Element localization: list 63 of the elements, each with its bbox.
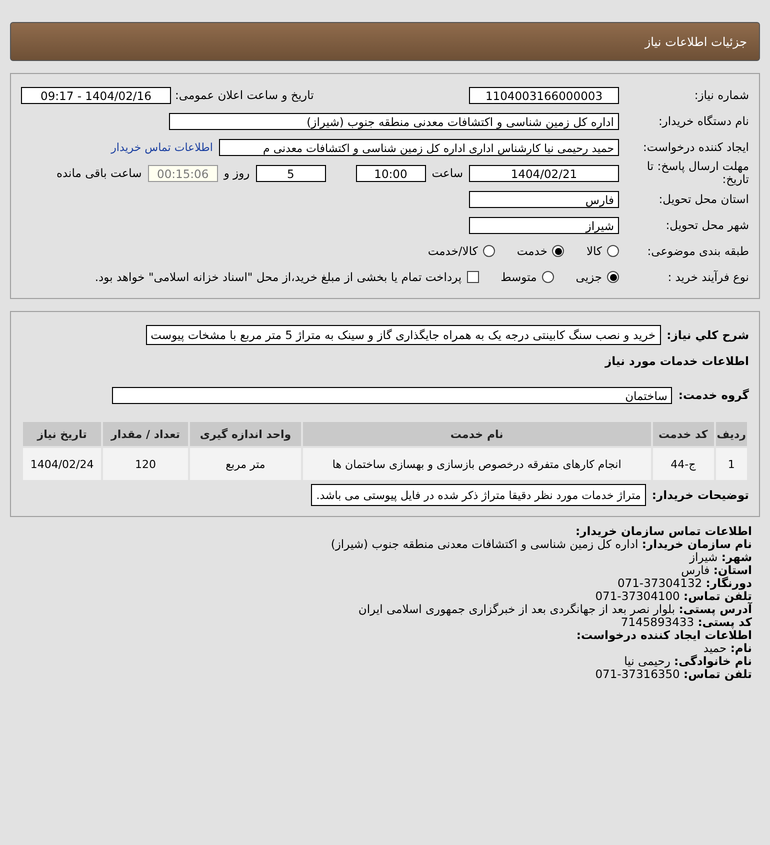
province-field: فارس — [469, 190, 619, 208]
service-group-field: ساختمان — [112, 386, 672, 404]
contact-line: نام خانوادگی: رحیمی نیا — [623, 655, 752, 668]
city-field: شیراز — [469, 216, 619, 234]
field-label: شهر محل تحویل: — [664, 218, 749, 232]
column-header: نام خدمت — [303, 422, 650, 446]
announce-date-field: 1404/02/16 - 09:17 — [21, 86, 171, 104]
contact-line: نام: حمید — [703, 642, 752, 655]
column-header: تعداد / مقدار — [103, 422, 188, 446]
contact-line: آدرس پستی: بلوار نصر بعد از جهانگردی بعد از خبرگزاری جمهوری اسلامی ایران — [357, 603, 752, 616]
need-number-field: 1104003166000003 — [469, 86, 619, 104]
field-label: مهلت ارسال پاسخ: تا تاریخ: — [646, 160, 749, 186]
field-label: ایجاد کننده درخواست: — [642, 140, 749, 154]
table-cell: انجام کارهای متفرقه درخصوص بازسازی و بهسازی ساختمان ها — [303, 448, 650, 480]
contact-line: نام سازمان خریدار: اداره کل زمین شناسی و اکتشافات معدنی منطقه جنوب (شیراز) — [330, 538, 752, 551]
field-label: گروه خدمت: — [678, 388, 749, 402]
buyer-field: اداره کل زمین شناسی و اکتشافات معدنی منطقه جنوب (شیراز) — [169, 112, 619, 130]
buyer-notes-field: متراژ خدمات مورد نظر دقیقا متراژ ذکر شده در فایل پیوستی می باشد. — [311, 484, 646, 506]
radio-button[interactable] — [607, 271, 619, 283]
field-label: استان محل تحویل: — [658, 192, 749, 206]
table-cell: متر مربع — [190, 448, 302, 480]
description-field: خرید و نصب سنگ کابینتی درجه یک به همراه جایگذاری گاز و سینک به متراژ 5 متر مربع با مشخات پیوست — [146, 325, 661, 345]
radio-label: خدمت — [516, 244, 548, 258]
table-cell: ج-44 — [652, 448, 714, 480]
checkbox-label: پرداخت تمام یا بخشی از مبلغ خرید،از محل "اسناد خزانه اسلامی" خواهد بود. — [94, 270, 462, 284]
deadline-date-field: 1404/02/21 — [469, 164, 619, 182]
radio-label: کالا — [586, 244, 602, 258]
radio-button[interactable] — [482, 245, 495, 257]
column-header: تاریخ نیاز — [23, 422, 102, 446]
field-label: توضیحات خریدار: — [652, 488, 749, 502]
remaining-label: ساعت باقی مانده — [56, 166, 142, 180]
field-label: شماره نیاز: — [693, 88, 749, 102]
time-label: ساعت — [432, 166, 463, 180]
deadline-time-field: 10:00 — [356, 164, 426, 182]
buyer-contact-link[interactable]: اطلاعات تماس خریدار — [111, 140, 213, 154]
field-label: شرح کلي نیاز: — [666, 328, 749, 342]
days-label: روز و — [224, 166, 250, 180]
field-label: نوع فرآیند خرید : — [666, 270, 749, 284]
contact-heading: اطلاعات ایجاد کننده درخواست: — [575, 629, 752, 642]
column-header: کد خدمت — [652, 422, 714, 446]
table-cell: 1 — [716, 448, 747, 480]
table-cell: 1404/02/24 — [23, 448, 102, 480]
column-header: ردیف — [716, 422, 747, 446]
radio-button[interactable] — [607, 245, 619, 257]
radio-label: جزیی — [576, 270, 602, 284]
radio-button[interactable] — [552, 245, 564, 257]
field-label: تاریخ و ساعت اعلان عمومی: — [175, 88, 314, 102]
days-field: 5 — [256, 164, 326, 182]
contact-heading: اطلاعات تماس سازمان خریدار: — [574, 525, 752, 538]
column-header: واحد اندازه گیری — [190, 422, 302, 446]
radio-label: کالا/خدمت — [428, 244, 478, 258]
creator-field: حمید رحیمی نیا کارشناس اداری اداره کل زمین شناسی و اکتشافات معدنی م — [219, 138, 619, 156]
field-label: نام دستگاه خریدار: — [657, 114, 749, 128]
table-cell: 120 — [103, 448, 188, 480]
checkbox[interactable] — [466, 271, 479, 283]
field-label: طبقه بندی موضوعی: — [646, 244, 749, 258]
section-title: اطلاعات خدمات مورد نیاز — [605, 354, 749, 368]
contact-line: شهر: شیراز — [689, 551, 752, 564]
contact-line: استان: فارس — [680, 564, 752, 577]
radio-label: متوسط — [500, 270, 537, 284]
page-title: جزئیات اطلاعات نیاز — [644, 34, 747, 48]
radio-button[interactable] — [542, 271, 554, 283]
remaining-time-field: 00:15:06 — [148, 164, 218, 182]
